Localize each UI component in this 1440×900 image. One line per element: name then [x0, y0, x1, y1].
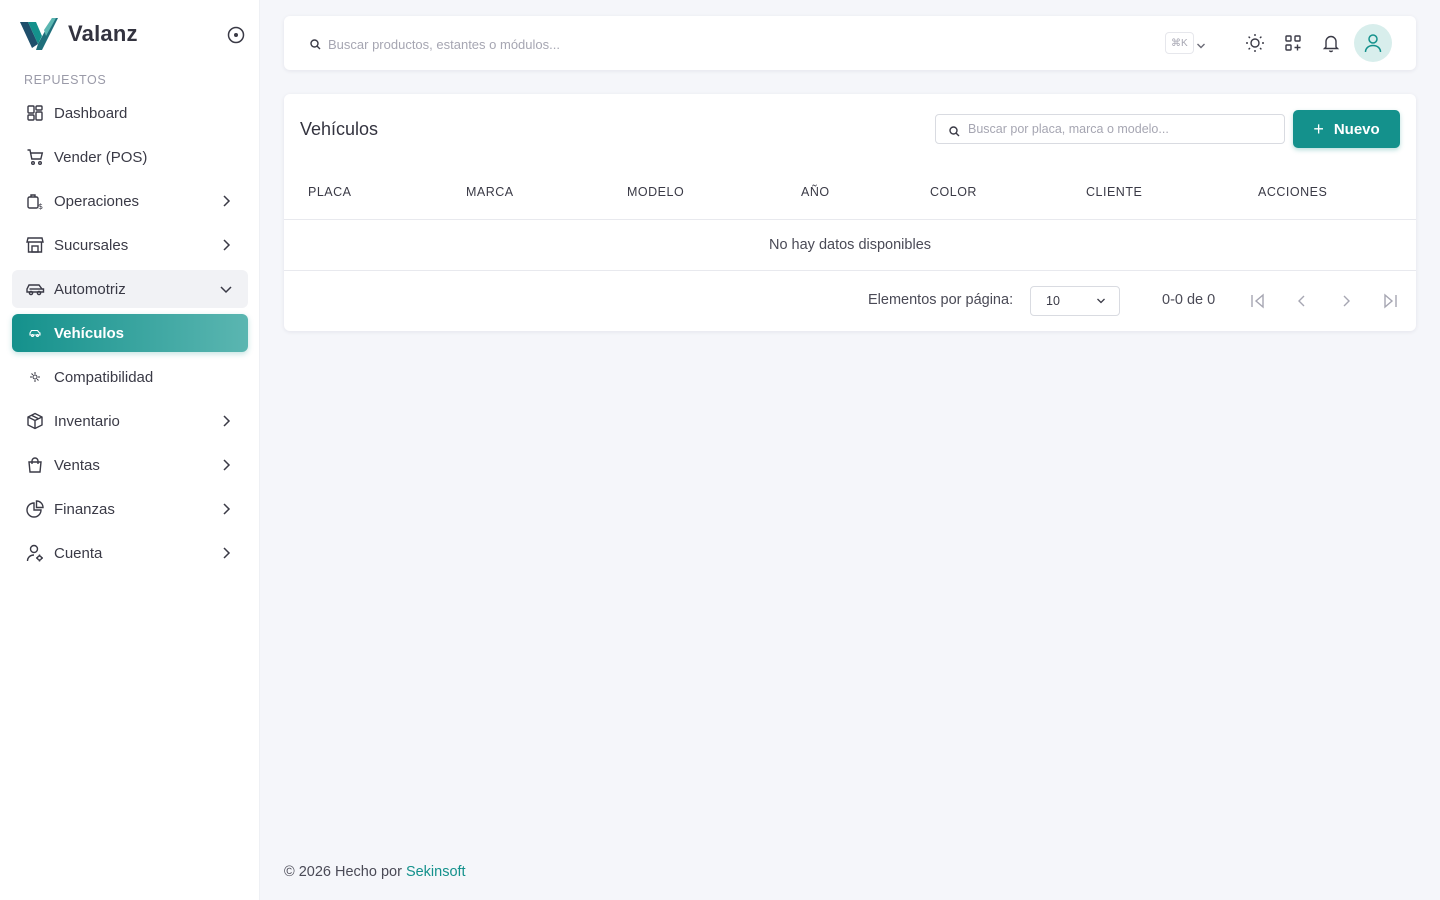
sidebar-item-label: Inventario — [54, 412, 120, 430]
bell-icon[interactable] — [1320, 32, 1342, 54]
cart-icon — [24, 146, 46, 168]
apps-icon[interactable] — [1282, 32, 1304, 54]
page-title: Vehículos — [300, 119, 379, 139]
sidebar-item-cuenta[interactable]: Cuenta — [12, 534, 248, 572]
sun-icon[interactable] — [1244, 32, 1266, 54]
vehicle-icon — [24, 322, 46, 344]
chevron-right-icon — [218, 193, 234, 209]
sidebar-item-label: Compatibilidad — [54, 368, 154, 386]
sidebar-item-label: Operaciones — [54, 192, 140, 210]
vehicle-search — [935, 114, 1285, 144]
next-page-button[interactable] — [1336, 291, 1356, 311]
sidebar-item-pos[interactable]: Vender (POS) — [12, 138, 248, 176]
sidebar-item-dashboard[interactable]: Dashboard — [12, 94, 248, 132]
items-per-page-label: Elementos por página: — [868, 292, 1014, 308]
svg-text:$: $ — [38, 202, 43, 210]
bag-icon — [24, 454, 46, 476]
sidebar-item-ventas[interactable]: Ventas — [12, 446, 248, 484]
chevron-right-icon — [218, 501, 234, 517]
top-bar: ⌘K — [284, 16, 1416, 70]
column-header-marca[interactable]: MARCA — [466, 185, 514, 199]
sidebar-item-label: Vender (POS) — [54, 148, 148, 166]
sidebar-item-finanzas[interactable]: Finanzas — [12, 490, 248, 528]
chevron-down-icon — [218, 281, 234, 297]
shortcut-badge: ⌘K — [1165, 32, 1194, 54]
search-icon — [310, 37, 321, 55]
sidebar-item-label: Automotriz — [54, 280, 126, 298]
sidebar-item-label: Sucursales — [54, 236, 129, 254]
store-icon — [24, 234, 46, 256]
sidebar-item-label: Ventas — [54, 456, 100, 474]
vehicles-card: Vehículos + Nuevo PLACA MARCA MODELO AÑO… — [284, 94, 1416, 331]
sidebar: Valanz REPUESTOS Dashboard Vender (POS) … — [0, 0, 260, 900]
sidebar-item-label: Dashboard — [54, 104, 128, 122]
sidebar-toggle-button[interactable] — [226, 25, 246, 45]
car-icon — [24, 278, 46, 300]
column-header-acciones: ACCIONES — [1258, 185, 1328, 199]
sidebar-item-sucursales[interactable]: Sucursales — [12, 226, 248, 264]
sidebar-item-vehiculos[interactable]: Vehículos — [12, 314, 248, 352]
chevron-right-icon — [1343, 295, 1350, 307]
avatar[interactable] — [1354, 24, 1392, 62]
footer: © 2026 Hecho por Sekinsoft — [284, 864, 466, 880]
chevron-left-icon — [1298, 295, 1305, 307]
footer-link[interactable]: Sekinsoft — [406, 864, 466, 880]
chevron-right-icon — [218, 457, 234, 473]
chevron-right-icon — [218, 237, 234, 253]
column-header-modelo[interactable]: MODELO — [627, 185, 684, 199]
first-page-icon — [1251, 293, 1264, 309]
user-icon — [1364, 34, 1382, 53]
footer-text: © 2026 Hecho por — [284, 864, 402, 880]
new-button-label: Nuevo — [1333, 120, 1380, 138]
brand-name: Valanz — [68, 21, 138, 46]
empty-table-message: No hay datos disponibles — [284, 220, 1416, 271]
chevron-down-icon — [1097, 298, 1105, 304]
column-header-placa[interactable]: PLACA — [308, 185, 352, 199]
column-header-cliente[interactable]: CLIENTE — [1086, 185, 1142, 199]
table-header: PLACA MARCA MODELO AÑO COLOR CLIENTE ACC… — [284, 166, 1416, 220]
column-header-ano[interactable]: AÑO — [801, 185, 830, 199]
sidebar-item-compatibilidad[interactable]: Compatibilidad — [12, 358, 248, 396]
pie-chart-icon — [24, 498, 46, 520]
sidebar-nav: Dashboard Vender (POS) $ Operaciones Suc… — [12, 94, 248, 578]
last-page-icon — [1384, 293, 1397, 309]
pagination-range: 0-0 de 0 — [1162, 292, 1216, 308]
items-per-page-select[interactable]: 10 — [1030, 286, 1120, 316]
column-header-color[interactable]: COLOR — [930, 185, 977, 199]
sidebar-item-label: Vehículos — [54, 324, 125, 342]
first-page-button[interactable] — [1248, 291, 1268, 311]
box-icon — [24, 410, 46, 432]
sidebar-item-operaciones[interactable]: $ Operaciones — [12, 182, 248, 220]
last-page-button[interactable] — [1380, 291, 1400, 311]
chevron-right-icon — [218, 545, 234, 561]
previous-page-button[interactable] — [1292, 291, 1312, 311]
compatibility-icon — [24, 366, 46, 388]
sidebar-section-title: REPUESTOS — [24, 73, 107, 87]
chevron-right-icon — [218, 413, 234, 429]
new-vehicle-button[interactable]: + Nuevo — [1293, 110, 1400, 148]
plus-icon: + — [1313, 119, 1324, 139]
sidebar-item-label: Cuenta — [54, 544, 103, 562]
global-search-input[interactable] — [328, 33, 1028, 55]
brand[interactable]: Valanz — [18, 16, 138, 52]
items-per-page-value: 10 — [1046, 294, 1060, 308]
user-settings-icon — [24, 542, 46, 564]
sidebar-item-automotriz[interactable]: Automotriz — [12, 270, 248, 308]
vehicle-search-input[interactable] — [968, 120, 1268, 138]
sidebar-item-inventario[interactable]: Inventario — [12, 402, 248, 440]
chevron-down-icon[interactable] — [1196, 37, 1206, 55]
operations-icon: $ — [24, 190, 46, 212]
search-icon — [949, 124, 960, 142]
sidebar-item-label: Finanzas — [54, 500, 115, 518]
circle-dot-icon — [227, 26, 245, 44]
dashboard-icon — [24, 102, 46, 124]
valanz-logo — [20, 18, 58, 50]
